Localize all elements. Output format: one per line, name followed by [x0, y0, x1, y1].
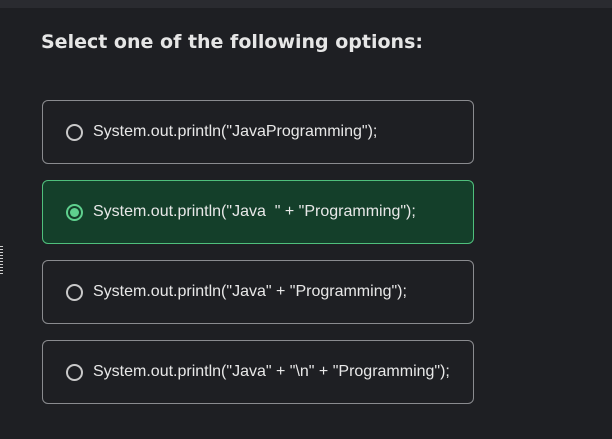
- top-bar: [0, 0, 612, 8]
- radio-button-icon[interactable]: [66, 363, 83, 381]
- option-label: System.out.println("Java" + "\n" + "Prog…: [93, 363, 450, 380]
- option-label: System.out.println("Java " + "Programmin…: [93, 203, 416, 220]
- radio-dot-icon: [70, 207, 79, 217]
- option-2[interactable]: System.out.println("Java " + "Programmin…: [42, 180, 474, 244]
- option-1[interactable]: System.out.println("JavaProgramming");: [42, 100, 474, 164]
- option-label: System.out.println("Java" + "Programming…: [93, 283, 407, 300]
- option-label: System.out.println("JavaProgramming");: [93, 123, 378, 140]
- option-3[interactable]: System.out.println("Java" + "Programming…: [42, 260, 474, 324]
- resize-handle[interactable]: [0, 246, 3, 274]
- options-list: System.out.println("JavaProgramming"); S…: [42, 100, 474, 420]
- radio-button-icon[interactable]: [66, 283, 83, 301]
- option-4[interactable]: System.out.println("Java" + "\n" + "Prog…: [42, 340, 474, 404]
- radio-button-icon[interactable]: [66, 123, 83, 141]
- radio-button-selected-icon[interactable]: [66, 203, 83, 221]
- question-prompt: Select one of the following options:: [41, 31, 423, 53]
